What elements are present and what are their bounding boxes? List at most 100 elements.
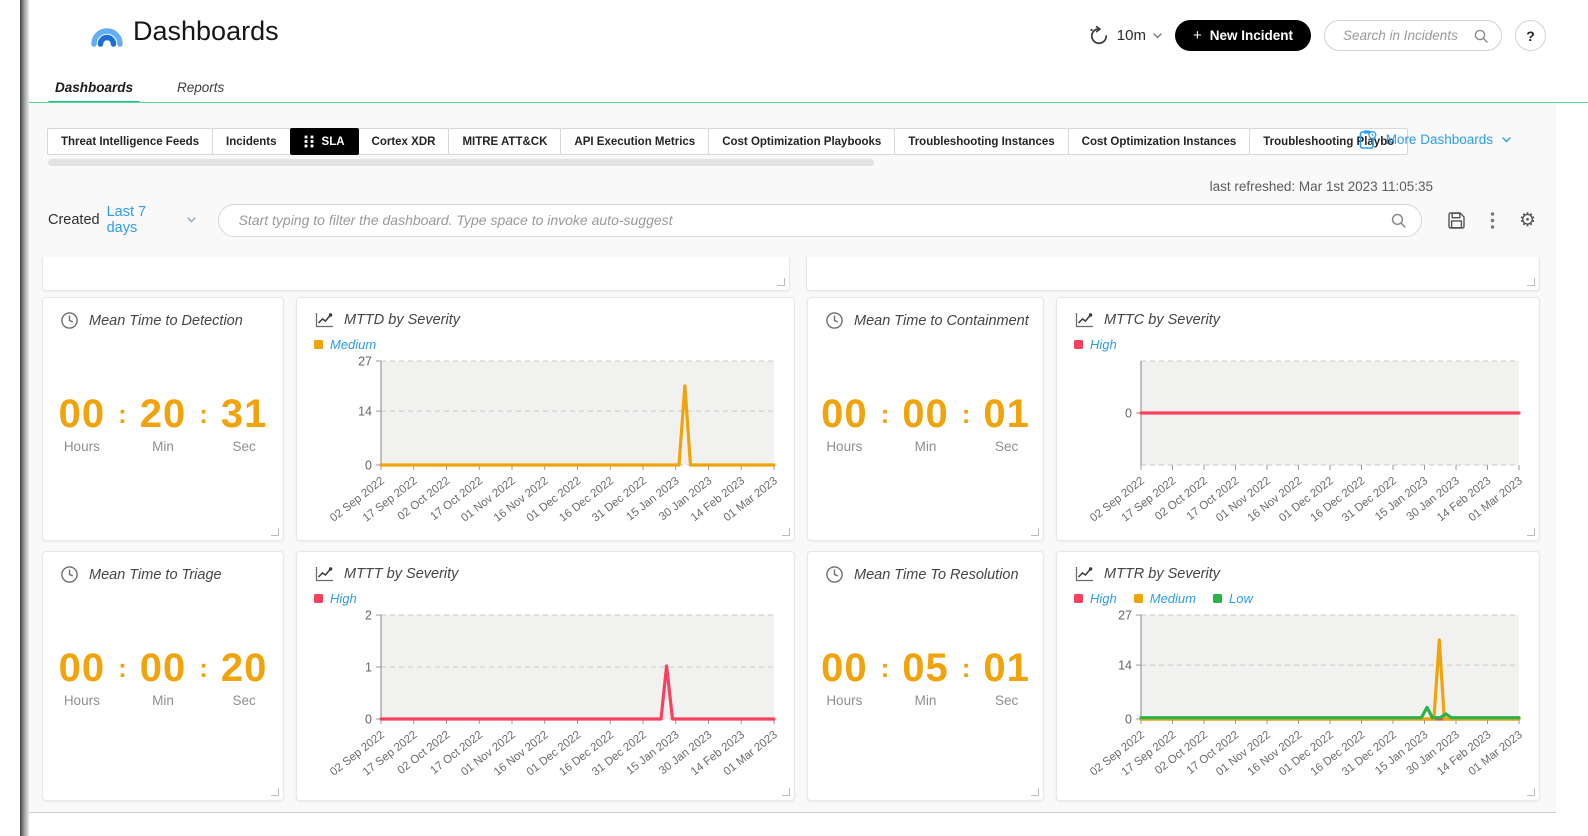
- time-unit-label: Hours: [64, 439, 100, 454]
- tab-strip-scrollbar[interactable]: [48, 159, 874, 166]
- widget-title-row: MTTC by Severity: [1057, 298, 1539, 329]
- time-unit-label: Sec: [995, 693, 1018, 708]
- tab-reports[interactable]: Reports: [177, 80, 224, 104]
- time-group-hours: 00Hours: [821, 392, 868, 454]
- refresh-interval-control[interactable]: 10m: [1088, 25, 1162, 47]
- dashboard-tab-api-execution-metrics[interactable]: API Execution Metrics: [560, 128, 709, 155]
- resize-handle-icon[interactable]: [1527, 528, 1535, 536]
- chart-card-mttc-by-severity: MTTC by SeverityHigh002 Sep 202217 Sep 2…: [1056, 297, 1540, 541]
- time-colon: :: [962, 646, 971, 690]
- time-unit-label: Hours: [64, 693, 100, 708]
- kebab-menu-icon[interactable]: [1490, 211, 1495, 230]
- clock-icon: [60, 565, 79, 584]
- time-value-hours: 00: [59, 392, 106, 436]
- resize-handle-icon[interactable]: [782, 528, 790, 536]
- chart-legend: High Medium Low: [1057, 583, 1539, 606]
- chart-card-mttt-by-severity: MTTT by Severity High 01202 Sep 202217 Sep…: [296, 551, 795, 801]
- legend-item-low[interactable]: Low: [1213, 591, 1253, 606]
- chevron-down-icon: [1153, 33, 1162, 39]
- dashboard-tab-cortex-xdr[interactable]: Cortex XDR: [358, 128, 450, 155]
- time-value-minutes: 05: [902, 646, 949, 690]
- widget-title: MTTT by Severity: [344, 566, 458, 582]
- time-group-seconds: 01 Sec: [983, 646, 1030, 708]
- time-unit-label: Sec: [233, 439, 256, 454]
- svg-text:0: 0: [365, 459, 372, 473]
- chevron-down-icon: [187, 217, 196, 223]
- dashboard-tab-label: API Execution Metrics: [574, 136, 695, 148]
- dashboard-tab-label: SLA: [322, 136, 345, 148]
- time-value-minutes: 20: [140, 392, 187, 436]
- dashboard-tab-cost-optimization-instances[interactable]: Cost Optimization Instances: [1068, 128, 1251, 155]
- tab-dashboards[interactable]: Dashboards: [55, 80, 133, 104]
- dashboard-tab-label: Cost Optimization Instances: [1082, 136, 1237, 148]
- search-icon[interactable]: [1473, 28, 1489, 44]
- resize-handle-icon[interactable]: [1031, 528, 1039, 536]
- dashboard-tab-troubleshooting-instances[interactable]: Troubleshooting Instances: [894, 128, 1068, 155]
- widget-title: MTTD by Severity: [344, 312, 460, 328]
- time-value-seconds: 20: [221, 646, 268, 690]
- legend-item-medium[interactable]: Medium: [314, 337, 376, 352]
- created-range-dropdown[interactable]: Last 7 days: [107, 204, 196, 236]
- time-unit-label: Sec: [233, 693, 256, 708]
- legend-swatch: [314, 594, 323, 603]
- time-colon: :: [881, 646, 890, 690]
- dashboard-filter-row: Created Last 7 days: [48, 203, 1536, 237]
- more-dashboards-button[interactable]: More Dashboards: [1359, 129, 1511, 150]
- time-colon: :: [881, 392, 890, 436]
- resize-handle-icon[interactable]: [271, 528, 279, 536]
- dashboard-filter-input[interactable]: [237, 211, 1390, 229]
- legend-item-high[interactable]: High: [314, 591, 357, 606]
- plus-icon: +: [1193, 27, 1202, 44]
- widget-title-row: Mean Time to Detection: [43, 298, 283, 330]
- legend-item-high[interactable]: High: [1074, 337, 1117, 352]
- line-chart: 01202 Sep 202217 Sep 202202 Oct 202217 O…: [309, 610, 784, 802]
- page-tabs: Dashboards Reports: [55, 80, 224, 104]
- incident-search-box[interactable]: [1324, 20, 1502, 51]
- report-icon: [1359, 129, 1377, 150]
- save-icon[interactable]: [1447, 211, 1466, 230]
- time-group-seconds: 31Sec: [221, 392, 268, 454]
- resize-handle-icon[interactable]: [1527, 278, 1535, 286]
- dashboard-filter-box[interactable]: [218, 204, 1422, 237]
- resize-handle-icon[interactable]: [271, 788, 279, 796]
- resize-handle-icon[interactable]: [1527, 788, 1535, 796]
- gear-icon[interactable]: ⚙: [1519, 211, 1536, 230]
- chart-legend: High: [297, 583, 794, 606]
- resize-handle-icon[interactable]: [1031, 788, 1039, 796]
- svg-text:14: 14: [1118, 659, 1132, 673]
- incident-search-input[interactable]: [1341, 27, 1473, 44]
- legend-label: Medium: [330, 337, 376, 352]
- time-colon: :: [118, 392, 127, 436]
- legend-swatch: [314, 340, 323, 349]
- widget-title: MTTC by Severity: [1104, 312, 1220, 328]
- svg-text:2: 2: [365, 610, 372, 623]
- search-icon[interactable]: [1390, 212, 1407, 229]
- new-incident-button[interactable]: + New Incident: [1175, 20, 1311, 51]
- widget-title-row: MTTR by Severity: [1057, 552, 1539, 583]
- dashboard-tab-strip: Threat Intelligence FeedsIncidents SLA Cor…: [48, 128, 1408, 155]
- dashboard-tab-sla[interactable]: SLA: [290, 128, 359, 155]
- chart-area: 0142702 Sep 202217 Sep 202202 Oct 202217…: [297, 356, 794, 553]
- resize-handle-icon[interactable]: [782, 788, 790, 796]
- refresh-timer-icon: [1088, 25, 1110, 47]
- help-button[interactable]: ?: [1515, 20, 1546, 51]
- last-refreshed-text: last refreshed: Mar 1st 2023 11:05:35: [1210, 179, 1433, 194]
- dashboard-tab-cost-optimization-playbooks[interactable]: Cost Optimization Playbooks: [708, 128, 895, 155]
- time-unit-label: Min: [152, 439, 174, 454]
- time-value-seconds: 01: [983, 646, 1030, 690]
- chart-area: 01202 Sep 202217 Sep 202202 Oct 202217 O…: [297, 610, 794, 807]
- dashboard-tab-threat-intelligence-feeds[interactable]: Threat Intelligence Feeds: [47, 128, 213, 155]
- time-group-seconds: 20 Sec: [221, 646, 268, 708]
- legend-item-high[interactable]: High: [1074, 591, 1117, 606]
- app-header: Dashboards 10m + New Incident: [29, 0, 1588, 68]
- more-dashboards-label: More Dashboards: [1386, 132, 1493, 147]
- resize-handle-icon[interactable]: [777, 278, 785, 286]
- time-unit-label: Min: [152, 693, 174, 708]
- widget-title-row: Mean Time to Containment: [808, 298, 1043, 330]
- chart-card-mttd-by-severity: MTTD by SeverityMedium0142702 Sep 202217…: [296, 297, 795, 541]
- dashboard-tab-incidents[interactable]: Incidents: [212, 128, 290, 155]
- svg-text:27: 27: [358, 356, 372, 369]
- chevron-down-icon: [1502, 137, 1511, 143]
- dashboard-tab-mitre-att-ck[interactable]: MITRE ATT&CK: [448, 128, 561, 155]
- legend-item-medium[interactable]: Medium: [1134, 591, 1196, 606]
